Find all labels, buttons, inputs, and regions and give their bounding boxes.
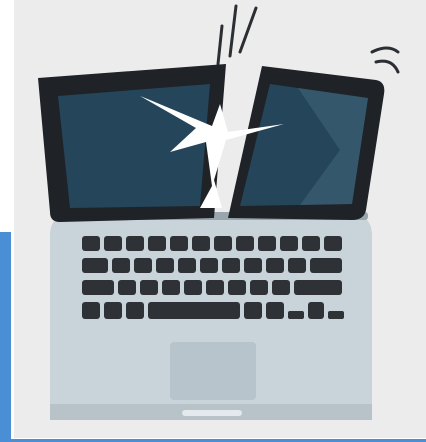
impact-lines: [216, 4, 258, 66]
motion-arcs: [370, 46, 400, 74]
illustration-stage: [0, 0, 426, 442]
screen-right-half: [228, 66, 385, 220]
trackpad: [170, 342, 256, 400]
broken-laptop-illustration: [38, 4, 400, 420]
